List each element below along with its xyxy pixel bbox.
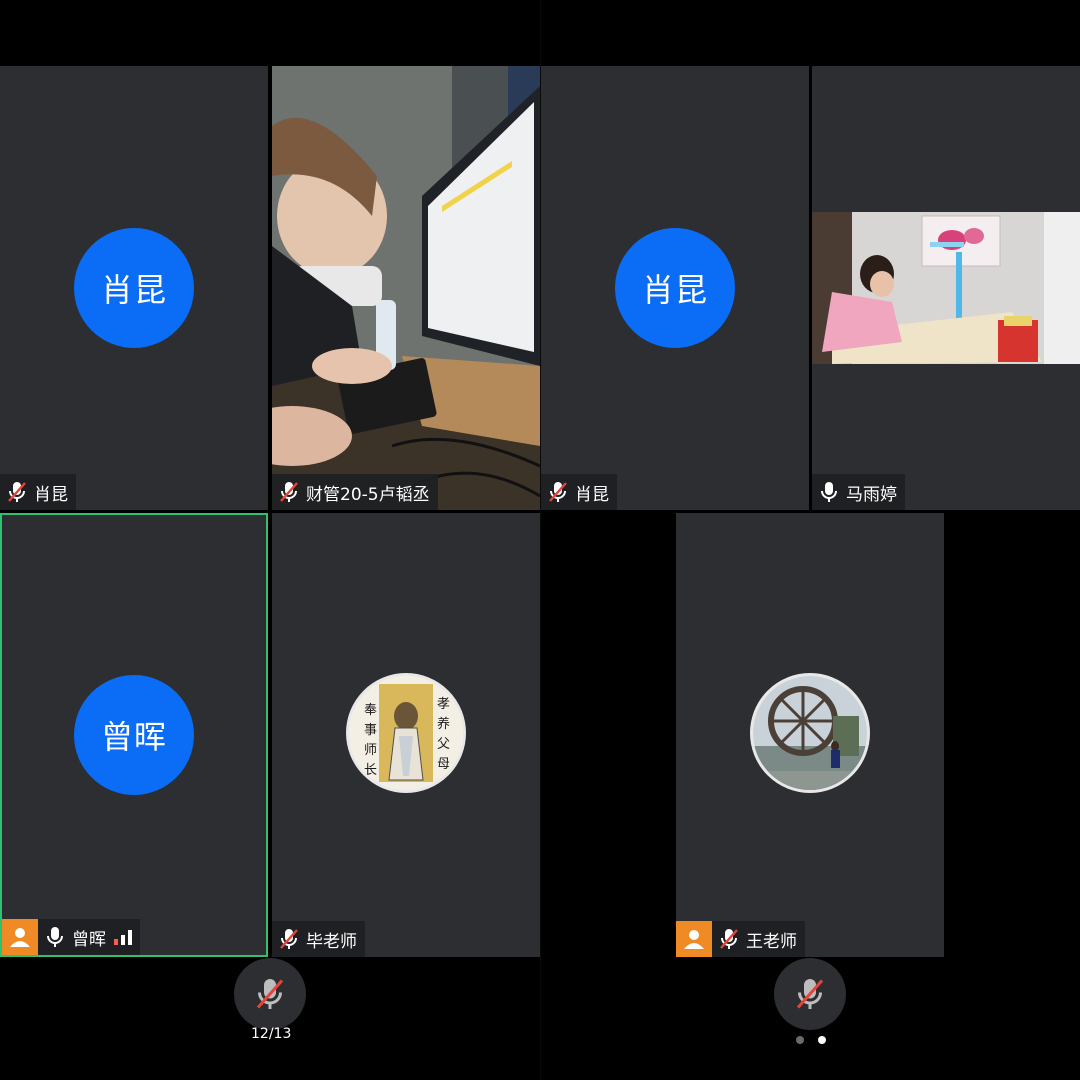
participant-name: 财管20-5卢韬丞	[306, 484, 430, 505]
participant-name: 曾晖	[72, 929, 106, 950]
signal-strength-icon	[114, 929, 132, 945]
mic-muted-icon	[549, 482, 567, 502]
mic-muted-icon	[280, 482, 298, 502]
participant-tile-xiaokun[interactable]: 肖昆 肖昆	[0, 66, 268, 510]
video-feed	[272, 66, 540, 510]
avatar-image: 奉 事 师 长 孝 养 父 母	[346, 673, 466, 793]
participant-name: 肖昆	[34, 484, 68, 505]
avatar: 肖昆	[74, 228, 194, 348]
svg-text:孝: 孝	[437, 697, 450, 712]
mic-muted-icon	[796, 979, 824, 1009]
avatar-image	[750, 673, 870, 793]
participant-name: 肖昆	[575, 484, 609, 505]
page-dots	[796, 1036, 826, 1044]
page-dot-active[interactable]	[818, 1036, 826, 1044]
mute-toggle-button[interactable]	[774, 958, 846, 1030]
page-dot[interactable]	[796, 1036, 804, 1044]
mic-muted-icon	[280, 929, 298, 949]
video-feed	[812, 212, 1080, 364]
svg-text:养: 养	[437, 716, 450, 732]
name-tag: 财管20-5卢韬丞	[272, 474, 438, 510]
avatar: 肖昆	[615, 228, 735, 348]
mic-muted-icon	[8, 482, 26, 502]
mic-icon	[821, 482, 837, 502]
host-badge	[676, 921, 712, 957]
page-indicator: 12/13	[251, 1026, 292, 1042]
participant-tile-bilaoshi[interactable]: 奉 事 师 长 孝 养 父 母 毕老师	[272, 513, 540, 957]
svg-text:事: 事	[364, 723, 377, 738]
participant-tile-lutaocheng[interactable]: 财管20-5卢韬丞	[272, 66, 540, 510]
participant-name: 王老师	[746, 931, 797, 952]
avatar: 曾晖	[74, 675, 194, 795]
name-tag: 马雨婷	[812, 474, 905, 510]
mic-muted-icon	[256, 979, 284, 1009]
user-icon	[10, 928, 30, 947]
left-screen: 肖昆 肖昆 财管20-5卢韬丞 曾晖 曾晖 奉 事 师 长 孝 养 父 母 毕老…	[0, 0, 540, 1080]
mic-icon	[47, 927, 63, 947]
name-tag: 毕老师	[272, 921, 365, 957]
name-tag: 肖昆	[541, 474, 617, 510]
host-badge	[2, 919, 38, 955]
right-screen: 肖昆 肖昆 马雨婷 王老师	[541, 0, 1080, 1080]
user-icon	[684, 930, 704, 949]
participant-name: 毕老师	[306, 931, 357, 952]
name-tag: 王老师	[676, 921, 805, 957]
name-tag: 曾晖	[2, 919, 140, 955]
svg-text:奉: 奉	[364, 703, 377, 718]
participant-tile-zenghui[interactable]: 曾晖 曾晖	[0, 513, 268, 957]
mic-muted-icon	[720, 929, 738, 949]
participant-tile-wanglaoshi[interactable]: 王老师	[676, 513, 944, 957]
participant-name: 马雨婷	[846, 484, 897, 505]
svg-text:父: 父	[437, 737, 450, 752]
svg-text:母: 母	[437, 757, 450, 772]
mute-toggle-button[interactable]	[234, 958, 306, 1030]
svg-text:长: 长	[364, 763, 377, 778]
participant-tile-mayuting[interactable]: 马雨婷	[812, 66, 1080, 510]
svg-text:师: 师	[364, 743, 377, 758]
name-tag: 肖昆	[0, 474, 76, 510]
participant-tile-xiaokun[interactable]: 肖昆 肖昆	[541, 66, 809, 510]
